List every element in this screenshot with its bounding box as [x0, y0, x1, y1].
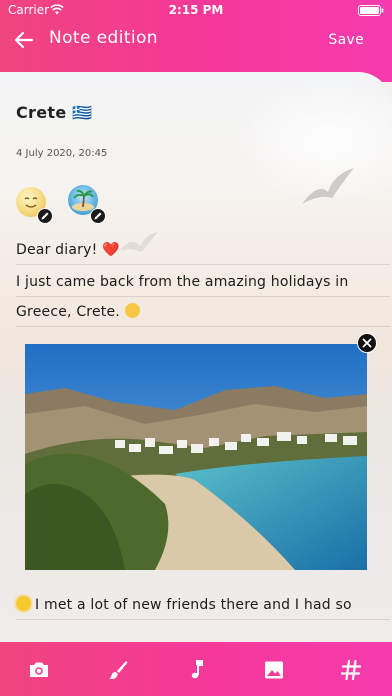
note-text-line[interactable]: Dear diary! ❤️	[16, 235, 390, 265]
note-text: Dear diary!	[16, 242, 103, 258]
note-title[interactable]: Crete 🇬🇷	[16, 103, 93, 122]
note-text: Greece, Crete.	[16, 304, 125, 320]
bottom-toolbar	[0, 642, 392, 696]
hashtag-button[interactable]	[339, 658, 363, 682]
edit-sticker-button[interactable]	[37, 208, 53, 224]
camera-icon	[30, 662, 48, 677]
note-text-line[interactable]: I met a lot of new friends there and I h…	[16, 590, 390, 620]
battery-icon	[358, 5, 384, 16]
status-time: 2:15 PM	[168, 3, 224, 17]
sun-emoji-icon	[16, 596, 31, 611]
seagull-background-icon	[302, 168, 354, 204]
note-text: I just came back from the amazing holida…	[16, 274, 349, 290]
note-text: I met a lot of new friends there and I h…	[35, 597, 352, 613]
status-bar: Carrier 2:15 PM	[0, 0, 392, 22]
draw-button[interactable]	[106, 658, 130, 682]
save-button[interactable]: Save	[328, 32, 364, 48]
crete-beach-photo	[25, 344, 367, 570]
image-button[interactable]	[262, 658, 286, 682]
remove-photo-button[interactable]	[357, 333, 377, 353]
pencil-icon	[94, 212, 102, 220]
app-header: Carrier 2:15 PM Note edition Save	[0, 0, 392, 82]
attached-photo[interactable]	[25, 344, 367, 570]
close-icon	[362, 338, 372, 348]
image-icon	[265, 661, 283, 679]
edit-sticker-button[interactable]	[90, 208, 106, 224]
music-note-icon	[191, 660, 203, 679]
note-text-line[interactable]: Greece, Crete.	[16, 297, 390, 327]
music-button[interactable]	[185, 658, 209, 682]
note-date[interactable]: 4 July 2020, 20:45	[16, 148, 107, 159]
back-arrow-icon[interactable]	[12, 28, 36, 52]
heart-emoji: ❤️	[102, 242, 120, 258]
camera-button[interactable]	[27, 658, 51, 682]
page-title: Note edition	[49, 28, 158, 48]
note-text-line[interactable]: I just came back from the amazing holida…	[16, 267, 390, 297]
note-editor: Crete 🇬🇷 4 July 2020, 20:45 Dear diary! …	[0, 72, 392, 642]
brush-icon	[109, 661, 128, 679]
pencil-icon	[41, 212, 49, 220]
grinning-emoji-icon	[124, 303, 140, 318]
hashtag-icon	[340, 659, 362, 681]
